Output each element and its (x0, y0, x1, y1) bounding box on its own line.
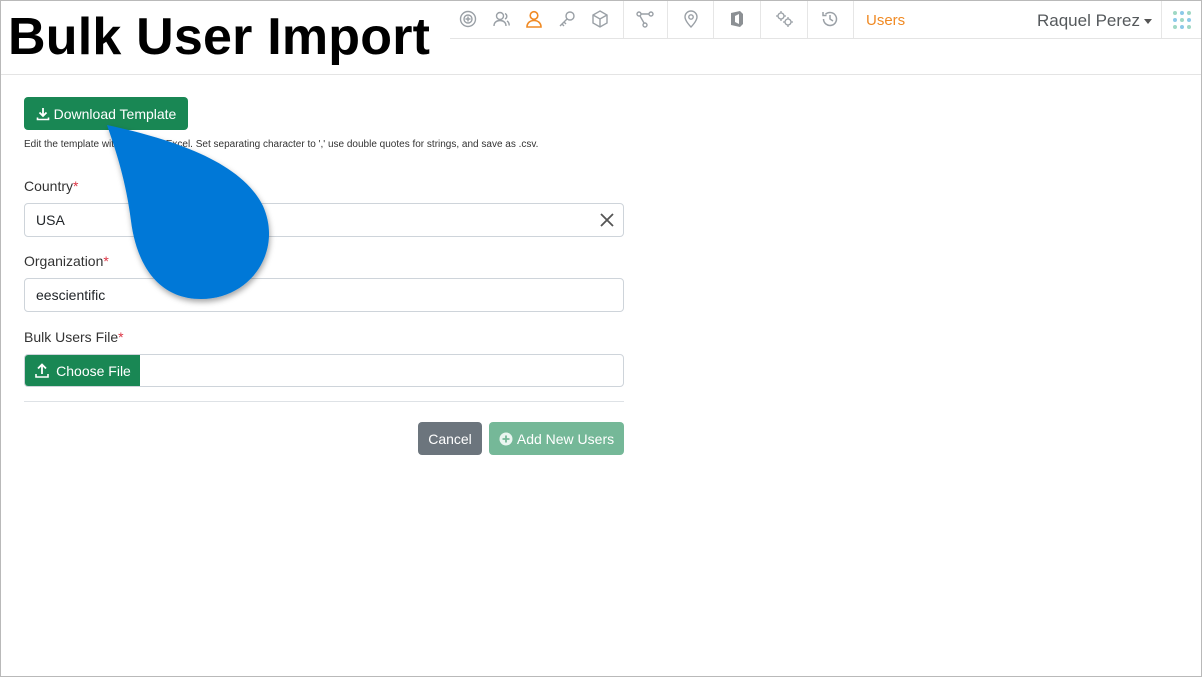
page-title: Bulk User Import (8, 8, 431, 66)
user-menu[interactable]: Raquel Perez (1037, 11, 1153, 31)
download-icon (36, 107, 49, 120)
nav-divider (713, 1, 714, 38)
country-value: USA (36, 212, 65, 228)
help-text: Edit the template with Microsoft Excel. … (24, 139, 539, 150)
choose-file-button[interactable]: Choose File (25, 355, 140, 386)
country-label-text: Country (24, 178, 74, 194)
gears-icon[interactable] (773, 8, 795, 30)
user-group-icon[interactable] (490, 8, 512, 30)
bulk-file-label: Bulk Users File* (24, 329, 124, 345)
nav-users-link[interactable]: Users (866, 12, 905, 29)
required-mark: * (103, 253, 109, 269)
organization-label: Organization* (24, 253, 109, 269)
plus-circle-icon (499, 432, 513, 445)
shield-icon[interactable] (726, 8, 748, 30)
settings-badge-icon[interactable] (457, 8, 479, 30)
cancel-button[interactable]: Cancel (418, 422, 482, 455)
nav-divider (667, 1, 668, 38)
upload-icon (35, 362, 49, 378)
nav-divider (853, 1, 854, 38)
user-name: Raquel Perez (1037, 11, 1141, 30)
add-new-users-button[interactable]: Add New Users (489, 422, 624, 455)
download-template-button[interactable]: Download Template (24, 97, 188, 130)
organization-label-text: Organization (24, 253, 104, 269)
nav-divider (807, 1, 808, 38)
location-pin-icon[interactable] (680, 8, 702, 30)
title-banner: Bulk User Import (1, 1, 450, 74)
key-icon[interactable] (556, 8, 578, 30)
organization-select[interactable]: eescientific (24, 278, 624, 312)
country-label: Country* (24, 178, 78, 194)
user-icon[interactable] (523, 8, 545, 30)
workflow-icon[interactable] (634, 8, 656, 30)
cancel-label: Cancel (428, 430, 472, 447)
cube-icon[interactable] (589, 8, 611, 30)
required-mark: * (118, 329, 124, 345)
download-template-label: Download Template (53, 105, 177, 122)
form-divider (24, 401, 624, 402)
required-mark: * (73, 178, 79, 194)
country-select[interactable]: USA (24, 203, 624, 237)
bulk-file-label-text: Bulk Users File (24, 329, 119, 345)
organization-value: eescientific (36, 287, 106, 303)
nav-divider (623, 1, 624, 38)
apps-grid-icon[interactable] (1173, 11, 1191, 29)
history-icon[interactable] (819, 8, 841, 30)
add-new-users-label: Add New Users (516, 430, 615, 447)
file-input-group[interactable]: Choose File (24, 354, 624, 387)
nav-divider (760, 1, 761, 38)
clear-icon[interactable] (598, 211, 616, 229)
choose-file-label: Choose File (56, 362, 131, 379)
nav-divider (1161, 1, 1162, 38)
caret-down-icon (1144, 19, 1153, 25)
